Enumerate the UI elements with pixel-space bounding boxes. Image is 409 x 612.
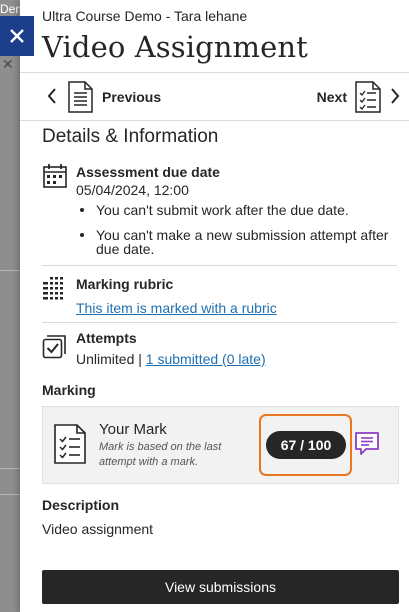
attempts-separator: | [138, 351, 142, 367]
background-page-text: Dem [0, 2, 22, 16]
submissions-link[interactable]: 1 submitted (0 late) [146, 351, 266, 367]
list-item: You can't submit work after the due date… [76, 203, 397, 217]
next-label: Next [316, 89, 347, 105]
description-text: Video assignment [42, 521, 154, 537]
course-name: Ultra Course Demo - Tara lehane [42, 8, 248, 24]
list-item: You can't make a new submission attempt … [76, 228, 397, 256]
calendar-icon [42, 163, 68, 189]
background-page-edge [0, 0, 22, 612]
due-date-rules: You can't submit work after the due date… [76, 203, 397, 256]
due-date-value: 05/04/2024, 12:00 [76, 182, 189, 198]
divider [42, 322, 397, 323]
feedback-icon[interactable] [354, 431, 380, 462]
rubric-title: Marking rubric [76, 276, 174, 292]
background-divider [0, 494, 22, 495]
document-icon [66, 81, 94, 113]
previous-button[interactable]: Previous [46, 81, 161, 113]
due-date-title: Assessment due date [76, 164, 220, 180]
rubric-grid-icon [42, 275, 68, 301]
background-close-icon: ✕ [2, 56, 14, 72]
your-mark-label: Your Mark [99, 421, 167, 438]
due-date-section: Assessment due date 05/04/2024, 12:00 Yo… [42, 163, 397, 261]
close-button[interactable] [0, 16, 34, 56]
next-button[interactable]: Next [317, 81, 401, 113]
attempts-value: Unlimited [76, 351, 135, 367]
chevron-left-icon [46, 87, 58, 108]
grade-checklist-icon [52, 424, 88, 469]
marking-heading: Marking [42, 382, 96, 398]
checklist-document-icon [353, 81, 383, 113]
rubric-section: Marking rubric This item is marked with … [42, 275, 397, 316]
page-title: Video Assignment [42, 30, 308, 64]
divider [42, 265, 397, 266]
attempts-section: Attempts Unlimited | 1 submitted (0 late… [42, 329, 397, 369]
mark-card: Your Mark Mark is based on the last atte… [42, 406, 399, 484]
item-navigation: Previous Next [20, 72, 409, 121]
mark-note: Mark is based on the last attempt with a… [99, 441, 222, 468]
details-heading: Details & Information [42, 126, 219, 147]
chevron-right-icon [389, 87, 401, 108]
description-heading: Description [42, 497, 120, 513]
view-submissions-button[interactable]: View submissions [42, 570, 399, 604]
checkbox-icon [42, 333, 68, 359]
assignment-panel: Ultra Course Demo - Tara lehane Video As… [20, 0, 409, 612]
close-icon [10, 29, 24, 43]
attempts-title: Attempts [76, 330, 137, 346]
background-divider [0, 270, 22, 271]
rubric-link[interactable]: This item is marked with a rubric [76, 300, 277, 316]
previous-label: Previous [102, 89, 162, 105]
grade-pill[interactable]: 67 / 100 [266, 431, 346, 459]
background-divider [0, 468, 22, 469]
